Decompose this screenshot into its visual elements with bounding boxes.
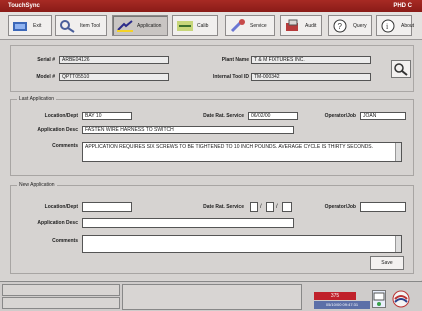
status-badge: 375 [314, 292, 356, 300]
app-window: TouchSync PHD C Exit Item Tool Applicati… [0, 0, 422, 311]
calib-icon [176, 19, 194, 33]
monitor-icon [373, 292, 385, 306]
svg-text:?: ? [338, 22, 343, 31]
query-label: Query [353, 22, 367, 29]
new-date-month-field[interactable] [250, 202, 258, 212]
date-separator-1: / [260, 204, 262, 210]
new-operator-field[interactable] [360, 202, 406, 212]
application-icon [116, 19, 134, 33]
last-date-field[interactable]: 06/02/00 [248, 112, 298, 120]
last-application-legend: Last Application [19, 96, 55, 102]
new-date-label: Date Rat. Service [203, 204, 244, 210]
plant-field[interactable]: T & M FIXTURES INC. [251, 56, 371, 64]
query-button[interactable]: ? Query [328, 15, 372, 36]
application-button[interactable]: Application [112, 15, 168, 36]
about-icon: i [380, 19, 398, 33]
model-field[interactable]: QPTT05510 [59, 73, 169, 81]
search-tool-button[interactable] [391, 60, 411, 78]
new-date-year-field[interactable] [282, 202, 292, 212]
serial-label: Serial # [37, 57, 55, 63]
audit-button[interactable]: Audit [280, 15, 322, 36]
audit-icon [284, 19, 302, 33]
item-tool-button[interactable]: Item Tool [55, 15, 107, 36]
about-label: About [401, 22, 415, 29]
model-label: Model # [36, 74, 55, 80]
exit-label: Exit [33, 22, 42, 29]
service-icon [229, 18, 247, 33]
toolbar: Exit Item Tool Application Calib Service [0, 12, 422, 40]
new-comments-label: Comments [52, 238, 78, 244]
last-comments-label: Comments [52, 143, 78, 149]
new-desc-label: Application Desc [37, 220, 78, 226]
new-application-group: New Application [10, 182, 414, 274]
calib-label: Calib [197, 22, 209, 29]
service-label: Service [250, 22, 267, 29]
item-tool-label: Item Tool [80, 22, 101, 29]
status-indicator [372, 290, 386, 308]
new-desc-field[interactable] [82, 218, 294, 228]
last-location-label: Location/Dept [44, 113, 78, 119]
new-comments-scrollbar[interactable] [395, 236, 401, 252]
timestamp: 05/10/00 09:47:31 [314, 301, 370, 309]
window-title-right: PHD C [393, 3, 412, 9]
magnifier-icon [394, 63, 408, 76]
last-date-label: Date Rat. Service [203, 113, 244, 119]
date-separator-2: / [276, 204, 278, 210]
last-comments-scrollbar[interactable] [395, 143, 401, 161]
last-comments-text: APPLICATION REQUIRES SIX SCREWS TO BE TI… [85, 144, 374, 150]
status-cell-1 [2, 284, 120, 296]
new-application-legend: New Application [19, 182, 55, 188]
internal-id-field[interactable]: TM-000342 [251, 73, 371, 81]
status-cell-2 [2, 297, 120, 309]
save-button[interactable]: Save [370, 256, 404, 270]
last-desc-field[interactable]: FASTEN WIRE HARNESS TO SWITCH [82, 126, 294, 134]
title-bar: TouchSync PHD C [0, 0, 422, 12]
internal-id-label: Internal Tool ID [212, 74, 249, 80]
last-application-group: Last Application [10, 96, 414, 176]
last-operator-field[interactable]: JOAN [360, 112, 406, 120]
service-button[interactable]: Service [225, 15, 275, 36]
status-bar: 375 05/10/00 09:47:31 [0, 281, 422, 311]
about-button[interactable]: i About [376, 15, 415, 36]
application-label: Application [137, 22, 162, 29]
query-icon: ? [332, 19, 350, 33]
new-operator-label: Operator/Job [324, 204, 356, 210]
exit-button[interactable]: Exit [8, 15, 52, 36]
logo [392, 290, 410, 308]
new-location-field[interactable] [82, 202, 132, 212]
calib-button[interactable]: Calib [172, 15, 218, 36]
last-desc-label: Application Desc [37, 127, 78, 133]
status-cell-3 [122, 284, 302, 310]
item-tool-icon [59, 19, 77, 33]
last-operator-label: Operator/Job [324, 113, 356, 119]
last-location-field[interactable]: BAY 10 [82, 112, 132, 120]
last-comments-field[interactable]: APPLICATION REQUIRES SIX SCREWS TO BE TI… [82, 142, 402, 162]
audit-label: Audit [305, 22, 317, 29]
new-location-label: Location/Dept [44, 204, 78, 210]
plant-label: Plant Name [221, 57, 249, 63]
serial-field[interactable]: ARBE04126 [59, 56, 169, 64]
logo-icon [392, 290, 410, 308]
new-date-day-field[interactable] [266, 202, 274, 212]
tool-header: Serial # ARBE04126 Model # QPTT05510 Pla… [10, 45, 414, 92]
exit-icon [12, 19, 30, 33]
window-title: TouchSync [8, 3, 40, 9]
new-comments-field[interactable] [82, 235, 402, 253]
